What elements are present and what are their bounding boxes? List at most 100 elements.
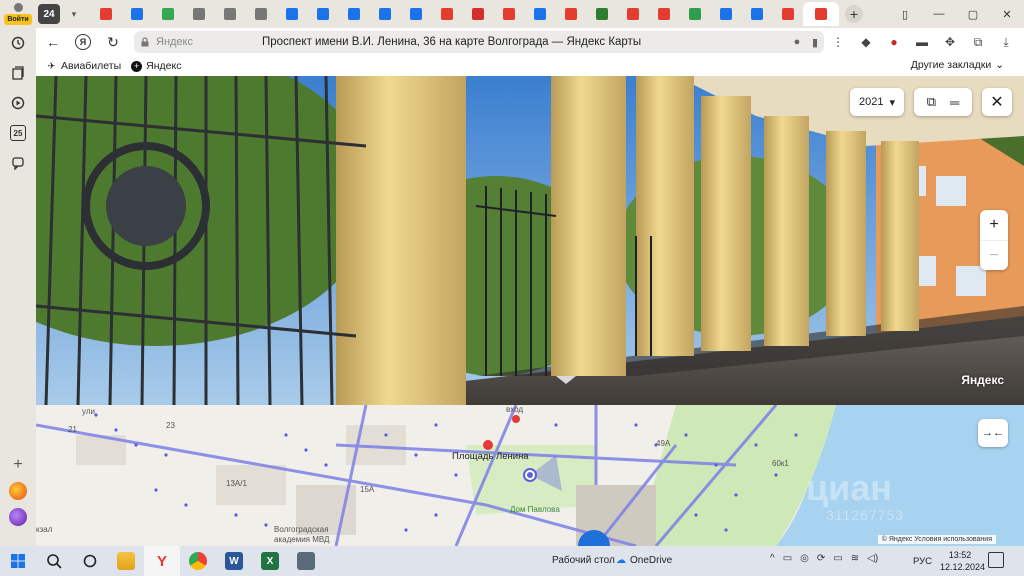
bookmark-aviabilety[interactable]: ✈ Авиабилеты [46, 60, 121, 72]
minimize-button[interactable]: — [922, 0, 956, 28]
yandex-browser-icon[interactable]: Y [144, 546, 180, 576]
map-label-pavlov[interactable]: Дом Павлова [510, 505, 560, 514]
tab-counter[interactable]: 24 [38, 4, 60, 24]
word-icon[interactable]: W [216, 546, 252, 576]
tab-favicon-icon [378, 8, 391, 20]
browser-tab[interactable] [121, 2, 152, 26]
add-panel-icon[interactable]: + [13, 456, 22, 474]
sync-icon[interactable]: ⟳ [817, 553, 825, 564]
collections-icon[interactable] [5, 60, 31, 86]
browser-tab[interactable] [152, 2, 183, 26]
year-selector[interactable]: 2021 ▾ [850, 88, 904, 116]
map-label-square[interactable]: Площадь Ленина [452, 451, 529, 462]
volume-icon[interactable]: ◁) [867, 553, 878, 564]
tray-app-icon[interactable]: ◎ [800, 553, 809, 564]
browser-tab[interactable] [772, 2, 803, 26]
back-button[interactable]: ← [40, 29, 66, 55]
start-button[interactable] [0, 546, 36, 576]
bookmark-icon[interactable]: ▮ [806, 36, 824, 49]
panorama-view[interactable]: 2021 ▾ ⧉ ═ ✕ + − Яндекс [36, 76, 1024, 405]
browser-tab[interactable] [803, 2, 839, 26]
browser-tab[interactable] [369, 2, 400, 26]
search-icon[interactable] [36, 546, 72, 576]
extension-dark-icon[interactable]: ▬ [908, 29, 936, 55]
excel-icon[interactable]: X [252, 546, 288, 576]
video-icon[interactable] [5, 90, 31, 116]
chat-icon[interactable]: ▭ [783, 553, 792, 564]
login-label: Войти [4, 14, 32, 25]
open-external-icon[interactable]: ⧉ [927, 94, 936, 110]
reload-button[interactable]: ↻ [100, 29, 126, 55]
browser-tab[interactable] [462, 2, 493, 26]
map-copyright[interactable]: © Яндекс Условия использования [877, 535, 996, 544]
profile-button[interactable]: Войти [3, 2, 33, 26]
yandex-button[interactable]: Я [70, 29, 96, 55]
file-explorer-icon[interactable] [108, 546, 144, 576]
calculator-icon[interactable] [288, 546, 324, 576]
browser-tab[interactable] [214, 2, 245, 26]
wifi-icon[interactable]: ≋ [851, 553, 859, 564]
browser-tab[interactable] [431, 2, 462, 26]
browser-tab[interactable] [555, 2, 586, 26]
extension-red-icon[interactable]: ● [880, 29, 908, 55]
zoom-in-button[interactable]: + [980, 210, 1008, 240]
calendar-button[interactable]: 25 [5, 120, 31, 146]
browser-tab[interactable] [524, 2, 555, 26]
browser-tab[interactable] [741, 2, 772, 26]
browser-tab[interactable] [617, 2, 648, 26]
tab-favicon-icon [781, 8, 794, 20]
chrome-icon[interactable] [180, 546, 216, 576]
language-indicator[interactable]: РУС [913, 556, 932, 567]
notifications-icon[interactable] [988, 552, 1004, 568]
browser-tab[interactable] [648, 2, 679, 26]
browser-tab[interactable] [586, 2, 617, 26]
menu-icon[interactable]: ⋮ [824, 29, 852, 55]
other-bookmarks[interactable]: Другие закладки ⌄ [911, 59, 1004, 71]
alice-icon[interactable] [9, 508, 27, 526]
browser-tab[interactable] [710, 2, 741, 26]
location-pin-icon[interactable]: ● [788, 36, 806, 48]
desktop-label[interactable]: Рабочий стол [552, 555, 615, 566]
screenshot-icon[interactable]: ⧉ [964, 29, 992, 55]
task-view-icon[interactable] [72, 546, 108, 576]
messenger-icon[interactable] [5, 150, 31, 176]
browser-tab[interactable] [679, 2, 710, 26]
menu-lines-icon[interactable]: ═ [950, 95, 959, 110]
map-label-49a: 49А [656, 439, 671, 448]
map-view[interactable]: Площадь Ленина Дом Павлова Волгоградская… [36, 405, 1024, 546]
extension-shield-icon[interactable]: ◆ [852, 29, 880, 55]
browser-tab[interactable] [400, 2, 431, 26]
onedrive-button[interactable]: ☁ OneDrive [616, 555, 672, 566]
tab-favicon-icon [471, 8, 484, 20]
tab-favicon-icon [626, 8, 639, 20]
display-icon[interactable]: ▭ [833, 553, 842, 564]
close-panorama-button[interactable]: ✕ [982, 88, 1012, 116]
app-orange-icon[interactable] [9, 482, 27, 500]
close-window-button[interactable]: ✕ [990, 0, 1024, 28]
browser-tab[interactable] [183, 2, 214, 26]
browser-tab[interactable] [276, 2, 307, 26]
browser-tab[interactable] [90, 2, 121, 26]
tab-favicon-icon [657, 8, 670, 20]
collapse-map-button[interactable]: →← [978, 419, 1008, 447]
browser-tab[interactable] [245, 2, 276, 26]
map-label-academy-1[interactable]: Волгоградская [274, 525, 328, 534]
clock[interactable]: 13:52 12.12.2024 [940, 549, 985, 573]
maximize-button[interactable]: ▢ [956, 0, 990, 28]
bookmark-yandex[interactable]: + Яндекс [131, 60, 181, 72]
chevron-down-icon[interactable]: ▾ [64, 4, 84, 24]
extensions-puzzle-icon[interactable]: ✥ [936, 29, 964, 55]
address-bar[interactable]: Яндекс Проспект имени В.И. Ленина, 36 на… [134, 31, 824, 53]
browser-tab[interactable] [493, 2, 524, 26]
chevron-up-icon[interactable]: ^ [770, 553, 775, 564]
history-icon[interactable] [5, 30, 31, 56]
browser-tab[interactable] [338, 2, 369, 26]
zoom-out-button[interactable]: − [980, 240, 1008, 270]
new-tab-button[interactable]: + [845, 5, 863, 23]
downloads-icon[interactable]: ⤓ [992, 29, 1020, 55]
tab-favicon-icon [440, 8, 453, 20]
map-label-academy-2[interactable]: академия МВД [274, 535, 329, 544]
tab-manager-icon[interactable]: ▯ [888, 0, 922, 28]
windows-icon [11, 554, 25, 568]
browser-tab[interactable] [307, 2, 338, 26]
